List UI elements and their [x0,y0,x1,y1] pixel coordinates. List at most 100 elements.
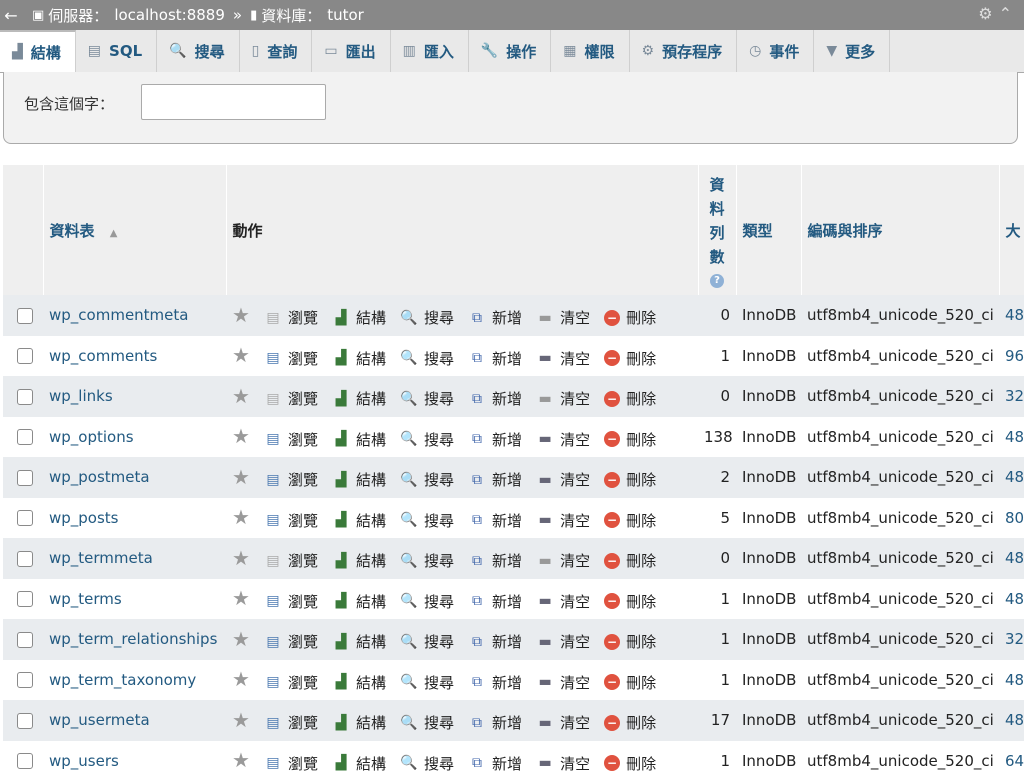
search-action[interactable]: 🔍 搜尋 [400,348,454,369]
search-action[interactable]: 🔍 搜尋 [400,550,454,571]
empty-action[interactable]: ▬ 清空 [536,348,590,369]
tab-6[interactable]: 🔧 操作 [469,30,552,72]
search-action[interactable]: 🔍 搜尋 [400,510,454,531]
tab-9[interactable]: ◷ 事件 [737,30,815,72]
favorite-star-icon[interactable]: ★ [232,748,250,772]
browse-action[interactable]: ▤ 瀏覽 [264,550,318,571]
structure-action[interactable]: ▟ 結構 [332,469,386,490]
filter-input[interactable] [141,84,326,120]
size-header[interactable]: 大 [999,165,1024,295]
search-action[interactable]: 🔍 搜尋 [400,672,454,693]
insert-action[interactable]: ⧉ 新增 [468,307,522,328]
collation-header[interactable]: 編碼與排序 [801,165,1000,295]
empty-action[interactable]: ▬ 清空 [536,631,590,652]
insert-action[interactable]: ⧉ 新增 [468,591,522,612]
structure-action[interactable]: ▟ 結構 [332,510,386,531]
table-name-link[interactable]: wp_termmeta [49,549,153,567]
empty-action[interactable]: ▬ 清空 [536,388,590,409]
structure-action[interactable]: ▟ 結構 [332,712,386,733]
rows-header[interactable]: 資料列數 ? [698,165,737,295]
back-arrow-icon[interactable]: ← [0,6,22,25]
drop-action[interactable]: − 刪除 [604,753,656,774]
empty-action[interactable]: ▬ 清空 [536,672,590,693]
browse-action[interactable]: ▤ 瀏覽 [264,429,318,450]
insert-action[interactable]: ⧉ 新增 [468,510,522,531]
help-icon[interactable]: ? [710,273,724,288]
tab-2[interactable]: 🔍 搜尋 [157,30,240,72]
row-checkbox[interactable] [17,753,33,770]
favorite-star-icon[interactable]: ★ [232,627,250,651]
table-name-link[interactable]: wp_options [49,428,134,446]
table-name-link[interactable]: wp_postmeta [49,468,150,486]
browse-action[interactable]: ▤ 瀏覽 [264,388,318,409]
browse-action[interactable]: ▤ 瀏覽 [264,469,318,490]
tab-0[interactable]: ▟ 結構 [0,30,76,72]
drop-action[interactable]: − 刪除 [604,388,656,409]
insert-action[interactable]: ⧉ 新增 [468,348,522,369]
empty-action[interactable]: ▬ 清空 [536,429,590,450]
drop-action[interactable]: − 刪除 [604,712,656,733]
favorite-star-icon[interactable]: ★ [232,303,250,327]
tab-1[interactable]: ▤ SQL [76,30,158,72]
browse-action[interactable]: ▤ 瀏覽 [264,753,318,774]
tab-3[interactable]: ▯ 查詢 [240,30,313,72]
browse-action[interactable]: ▤ 瀏覽 [264,591,318,612]
tab-5[interactable]: ▥ 匯入 [391,30,469,72]
empty-action[interactable]: ▬ 清空 [536,510,590,531]
search-action[interactable]: 🔍 搜尋 [400,712,454,733]
row-checkbox[interactable] [17,672,33,689]
structure-action[interactable]: ▟ 結構 [332,348,386,369]
table-name-link[interactable]: wp_commentmeta [49,306,188,324]
drop-action[interactable]: − 刪除 [604,469,656,490]
favorite-star-icon[interactable]: ★ [232,708,250,732]
search-action[interactable]: 🔍 搜尋 [400,469,454,490]
structure-action[interactable]: ▟ 結構 [332,631,386,652]
drop-action[interactable]: − 刪除 [604,672,656,693]
row-checkbox[interactable] [17,388,33,405]
row-checkbox[interactable] [17,348,33,365]
insert-action[interactable]: ⧉ 新增 [468,672,522,693]
search-action[interactable]: 🔍 搜尋 [400,307,454,328]
table-name-link[interactable]: wp_users [49,752,119,770]
favorite-star-icon[interactable]: ★ [232,505,250,529]
insert-action[interactable]: ⧉ 新增 [468,753,522,774]
favorite-star-icon[interactable]: ★ [232,384,250,408]
row-checkbox[interactable] [17,469,33,486]
drop-action[interactable]: − 刪除 [604,348,656,369]
row-checkbox[interactable] [17,591,33,608]
search-action[interactable]: 🔍 搜尋 [400,429,454,450]
structure-action[interactable]: ▟ 結構 [332,388,386,409]
browse-action[interactable]: ▤ 瀏覽 [264,510,318,531]
insert-action[interactable]: ⧉ 新增 [468,550,522,571]
browse-action[interactable]: ▤ 瀏覽 [264,348,318,369]
insert-action[interactable]: ⧉ 新增 [468,469,522,490]
tab-10[interactable]: ▼ 更多 [814,30,891,72]
search-action[interactable]: 🔍 搜尋 [400,753,454,774]
favorite-star-icon[interactable]: ★ [232,667,250,691]
drop-action[interactable]: − 刪除 [604,510,656,531]
table-name-link[interactable]: wp_term_taxonomy [49,671,196,689]
row-checkbox[interactable] [17,429,33,446]
insert-action[interactable]: ⧉ 新增 [468,429,522,450]
favorite-star-icon[interactable]: ★ [232,586,250,610]
empty-action[interactable]: ▬ 清空 [536,469,590,490]
structure-action[interactable]: ▟ 結構 [332,672,386,693]
empty-action[interactable]: ▬ 清空 [536,550,590,571]
table-name-link[interactable]: wp_terms [49,590,122,608]
drop-action[interactable]: − 刪除 [604,429,656,450]
insert-action[interactable]: ⧉ 新增 [468,631,522,652]
server-link[interactable]: localhost:8889 [114,6,225,24]
table-name-link[interactable]: wp_term_relationships [49,630,217,648]
browse-action[interactable]: ▤ 瀏覽 [264,672,318,693]
browse-action[interactable]: ▤ 瀏覽 [264,631,318,652]
table-name-link[interactable]: wp_links [49,387,113,405]
drop-action[interactable]: − 刪除 [604,591,656,612]
favorite-star-icon[interactable]: ★ [232,546,250,570]
empty-action[interactable]: ▬ 清空 [536,591,590,612]
search-action[interactable]: 🔍 搜尋 [400,388,454,409]
favorite-star-icon[interactable]: ★ [232,465,250,489]
drop-action[interactable]: − 刪除 [604,631,656,652]
empty-action[interactable]: ▬ 清空 [536,753,590,774]
tab-7[interactable]: ▦ 權限 [551,30,630,72]
tab-8[interactable]: ⚙ 預存程序 [630,30,738,72]
